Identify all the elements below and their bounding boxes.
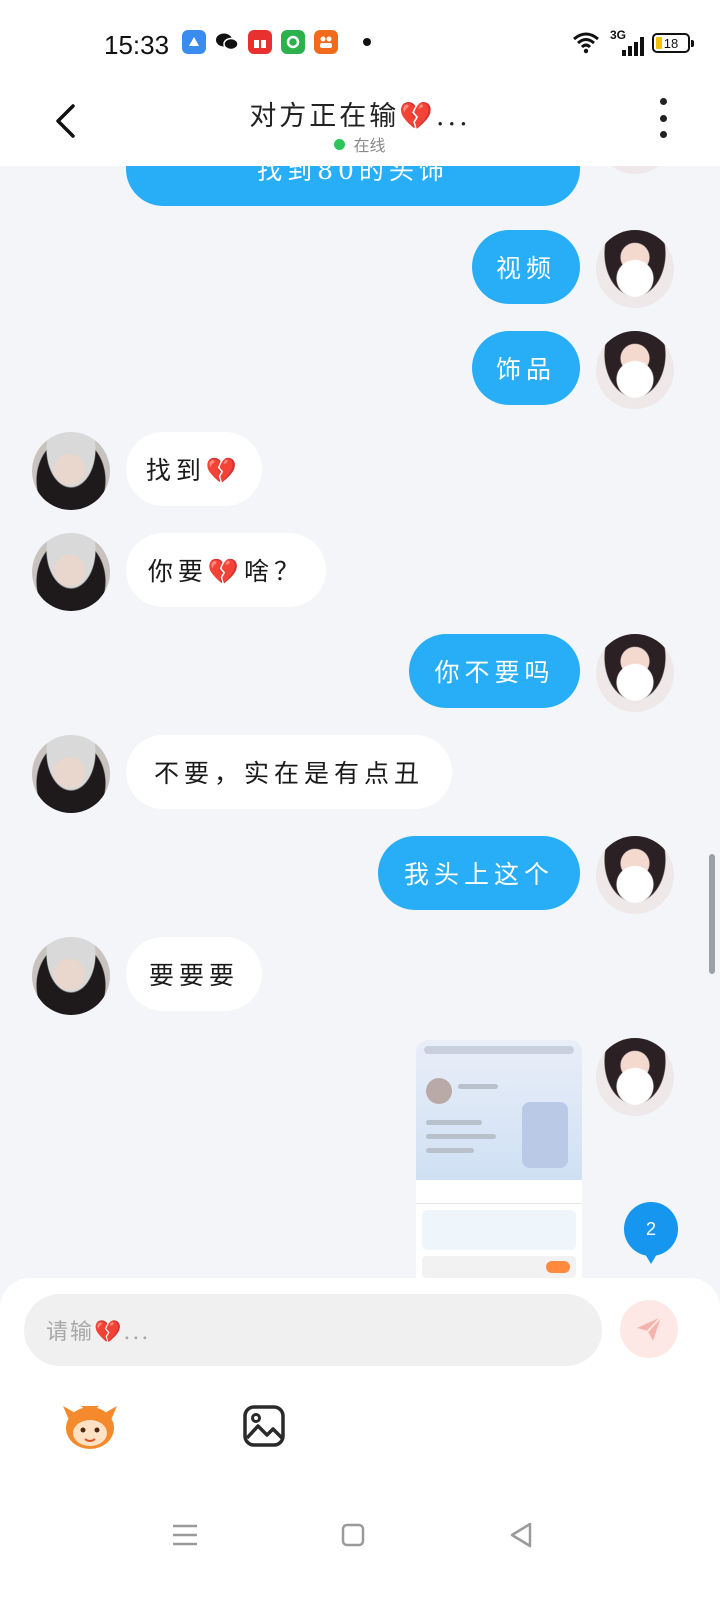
green-app-icon: [281, 30, 305, 54]
message-list[interactable]: 找到80的头饰 视频 饰品 找到💔 你要💔啥？ 你不要吗 不要，实在是有点丑 我…: [0, 166, 720, 1306]
message-bubble-received[interactable]: 找到💔: [126, 432, 262, 506]
message-input[interactable]: 请输💔...: [24, 1294, 602, 1366]
message-bubble-sent[interactable]: 我头上这个: [378, 836, 580, 910]
more-dot: [659, 114, 667, 122]
more-notifications-dot: [363, 38, 371, 46]
back-nav-button[interactable]: [496, 1510, 546, 1560]
message-text: 找到80的头饰: [257, 166, 449, 185]
message-text: 你要💔啥？: [147, 557, 305, 586]
chat-header: 对方正在输💔... 在线: [0, 84, 720, 166]
image-picker-button[interactable]: [234, 1396, 294, 1456]
online-status-label: 在线: [353, 136, 386, 155]
status-bar: 15:33 3G 18: [0, 0, 720, 84]
message-text: 视频: [495, 254, 556, 283]
sticker-button[interactable]: [60, 1396, 120, 1456]
home-square-icon: [341, 1523, 365, 1547]
my-avatar[interactable]: [596, 230, 674, 308]
back-triangle-icon: [510, 1522, 532, 1548]
my-avatar[interactable]: [596, 836, 674, 914]
message-bubble-received[interactable]: 你要💔啥？: [126, 533, 326, 607]
chat-title: 对方正在输💔...: [249, 101, 471, 132]
my-avatar[interactable]: [596, 634, 674, 712]
message-text: 饰品: [495, 355, 556, 384]
message-bubble-sent[interactable]: 你不要吗: [409, 634, 580, 708]
wifi-icon: [573, 32, 599, 54]
system-nav-bar: [0, 1480, 720, 1600]
contact-avatar[interactable]: [32, 533, 110, 611]
battery-level: 18: [663, 35, 679, 51]
wechat-icon: [215, 30, 239, 54]
message-text: 找到💔: [145, 456, 243, 485]
image-message[interactable]: [416, 1040, 582, 1290]
my-avatar[interactable]: [596, 331, 674, 409]
home-nav-button[interactable]: [328, 1510, 378, 1560]
signal-icon: 3G: [610, 28, 644, 56]
message-text: 我头上这个: [403, 860, 554, 889]
notification-icons: [182, 30, 371, 54]
message-bubble-received[interactable]: 不要，实在是有点丑: [126, 735, 452, 809]
image-icon: [243, 1405, 285, 1447]
message-bubble-sent[interactable]: 视频: [472, 230, 580, 304]
send-button[interactable]: [620, 1300, 678, 1358]
menu-nav-button[interactable]: [160, 1510, 210, 1560]
battery-icon: 18: [652, 33, 694, 53]
my-avatar[interactable]: [596, 1038, 674, 1116]
scrollbar[interactable]: [709, 854, 715, 974]
my-avatar[interactable]: [596, 166, 674, 174]
message-text: 不要，实在是有点丑: [153, 759, 424, 788]
message-bubble-sent[interactable]: 找到80的头饰: [126, 166, 580, 206]
message-text: 要要要: [148, 961, 239, 990]
contact-avatar[interactable]: [32, 735, 110, 813]
screenshot-thumbnail: [416, 1040, 582, 1180]
input-placeholder: 请输💔...: [46, 1320, 151, 1345]
contact-avatar[interactable]: [32, 937, 110, 1015]
group-app-icon: [314, 30, 338, 54]
status-time: 15:33: [104, 30, 170, 60]
message-bubble-received[interactable]: 要要要: [126, 937, 262, 1011]
unread-count-badge[interactable]: 2: [624, 1202, 678, 1264]
send-icon: [637, 1316, 662, 1341]
menu-icon: [173, 1524, 197, 1546]
more-dot: [659, 98, 667, 105]
more-dot: [659, 131, 667, 138]
contact-avatar[interactable]: [32, 432, 110, 510]
online-status: 在线: [0, 132, 720, 156]
message-text: 你不要吗: [434, 658, 555, 687]
unread-count: 2: [645, 1218, 656, 1239]
more-options-button[interactable]: [646, 98, 680, 138]
online-dot: [334, 138, 346, 150]
message-bubble-sent[interactable]: 饰品: [472, 331, 580, 405]
browser-icon: [182, 30, 206, 54]
sticker-icon: [63, 1406, 117, 1449]
system-indicators: 3G 18: [572, 28, 694, 56]
gift-app-icon: [248, 30, 272, 54]
